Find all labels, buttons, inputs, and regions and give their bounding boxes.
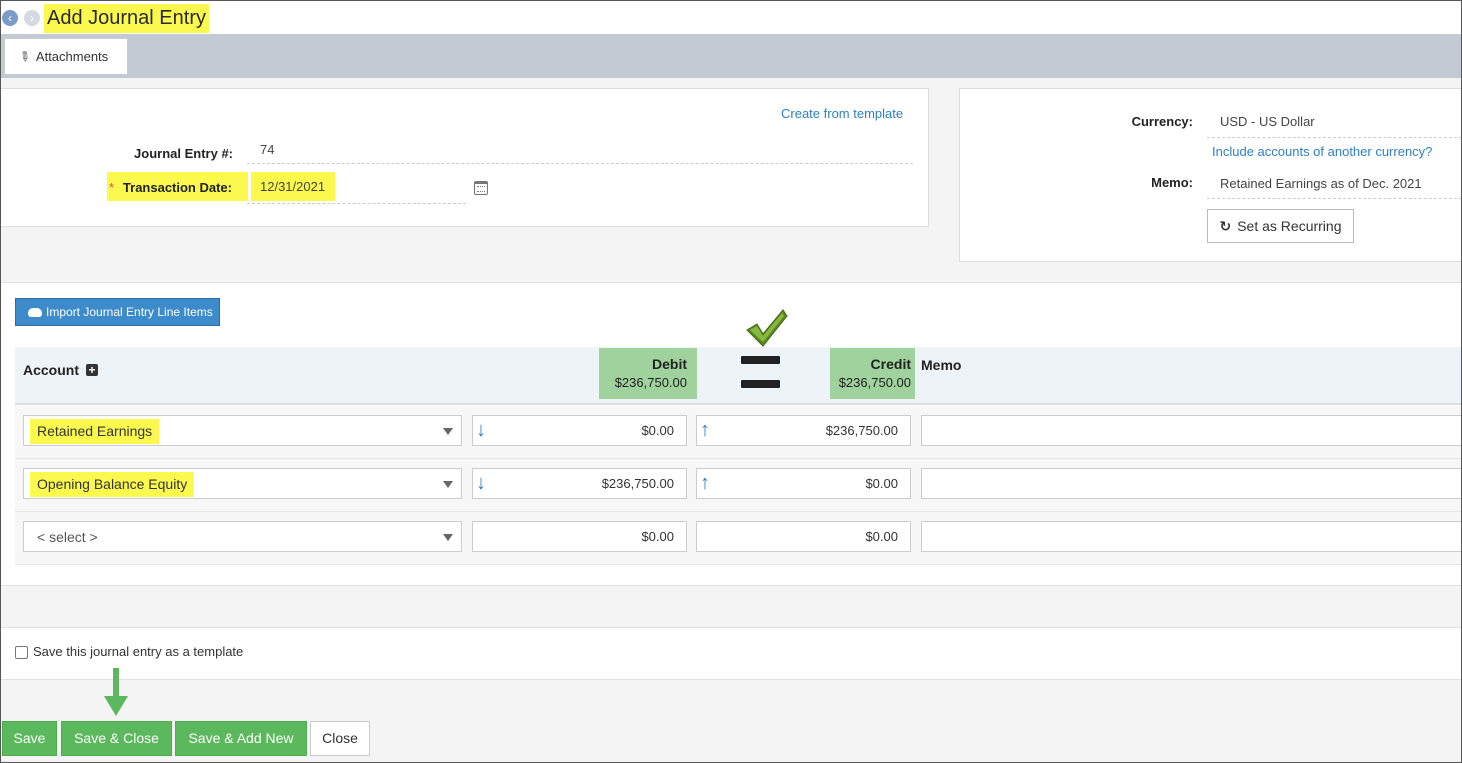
balanced-check-icon <box>746 309 788 347</box>
debit-input[interactable]: ↓ $236,750.00 <box>472 468 687 499</box>
equals-icon-bottom <box>741 380 780 388</box>
transaction-date-label: Transaction Date: <box>122 180 232 195</box>
title-bar: ‹ › Add Journal Entry <box>0 0 1462 34</box>
credit-input[interactable]: $0.00 <box>696 521 911 552</box>
account-select-value: < select > <box>37 529 98 545</box>
save-button[interactable]: Save <box>2 721 57 756</box>
line-memo-input[interactable] <box>921 468 1462 499</box>
debit-input[interactable]: $0.00 <box>472 521 687 552</box>
currency-label: Currency: <box>1131 114 1193 129</box>
currency-underline <box>1207 137 1462 138</box>
tab-attachments[interactable]: ✎ Attachments <box>4 38 128 74</box>
currency-value[interactable]: USD - US Dollar <box>1220 114 1315 129</box>
transaction-date-underline <box>247 203 466 204</box>
memo-value[interactable]: Retained Earnings as of Dec. 2021 <box>1220 176 1422 191</box>
equals-icon-top <box>741 356 780 364</box>
required-asterisk: * <box>109 180 115 195</box>
journal-entry-number-underline <box>247 163 913 164</box>
create-from-template-link[interactable]: Create from template <box>781 106 903 121</box>
arrow-down-icon[interactable]: ↓ <box>476 471 486 495</box>
table-header <box>15 347 1462 405</box>
credit-total: $236,750.00 <box>838 375 911 390</box>
credit-header-label: Credit <box>870 356 911 372</box>
credit-input[interactable]: ↑ $0.00 <box>696 468 911 499</box>
arrow-up-icon[interactable]: ↑ <box>700 471 710 495</box>
account-select[interactable]: Opening Balance Equity <box>23 468 462 499</box>
save-as-template-checkbox[interactable] <box>15 646 28 659</box>
include-other-currency-link[interactable]: Include accounts of another currency? <box>1212 144 1432 159</box>
set-as-recurring-button[interactable]: ↻ Set as Recurring <box>1207 209 1354 243</box>
chevron-down-icon <box>443 534 453 541</box>
transaction-date-input[interactable]: 12/31/2021 <box>260 179 325 194</box>
set-as-recurring-label: Set as Recurring <box>1237 218 1342 234</box>
debit-header-label: Debit <box>652 356 687 372</box>
arrow-down-icon[interactable]: ↓ <box>476 418 486 442</box>
chevron-down-icon <box>443 481 453 488</box>
debit-input[interactable]: ↓ $0.00 <box>472 415 687 446</box>
memo-underline <box>1207 198 1462 199</box>
account-select[interactable]: < select > <box>23 521 462 552</box>
line-memo-input[interactable] <box>921 415 1462 446</box>
credit-input[interactable]: ↑ $236,750.00 <box>696 415 911 446</box>
debit-input-value: $0.00 <box>641 423 674 438</box>
memo-label: Memo: <box>1151 175 1193 190</box>
credit-input-value: $236,750.00 <box>825 423 898 438</box>
debit-column-header: Debit $236,750.00 <box>599 348 697 399</box>
debit-total: $236,750.00 <box>614 375 687 390</box>
back-icon[interactable]: ‹ <box>2 10 18 26</box>
save-and-add-new-button[interactable]: Save & Add New <box>175 721 307 756</box>
page-title: Add Journal Entry <box>44 4 209 33</box>
line-memo-input[interactable] <box>921 521 1462 552</box>
refresh-icon: ↻ <box>1219 218 1232 234</box>
account-select-value: Retained Earnings <box>30 419 160 444</box>
cloud-upload-icon <box>28 308 42 317</box>
close-button[interactable]: Close <box>310 721 370 756</box>
credit-input-value: $0.00 <box>865 476 898 491</box>
import-line-items-label: Import Journal Entry Line Items <box>46 305 213 319</box>
tab-bar: ✎ Attachments <box>0 34 1462 78</box>
chevron-down-icon <box>443 428 453 435</box>
arrow-up-icon[interactable]: ↑ <box>700 418 710 442</box>
journal-entry-number-value[interactable]: 74 <box>260 142 274 157</box>
add-account-icon[interactable]: + <box>86 364 98 376</box>
tab-attachments-label: Attachments <box>35 49 109 64</box>
account-select[interactable]: Retained Earnings <box>23 415 462 446</box>
calendar-icon-grid <box>477 186 485 192</box>
debit-input-value: $236,750.00 <box>601 476 674 491</box>
green-down-arrow-icon <box>104 668 128 716</box>
spacer-band <box>0 585 1462 627</box>
account-column-header: Account <box>23 362 79 378</box>
account-select-value: Opening Balance Equity <box>30 472 195 497</box>
journal-entry-number-label: Journal Entry #: <box>134 146 233 161</box>
save-and-close-button[interactable]: Save & Close <box>61 721 172 756</box>
memo-column-header: Memo <box>921 357 962 373</box>
forward-icon[interactable]: › <box>24 10 40 26</box>
calendar-icon[interactable] <box>474 181 488 195</box>
credit-column-header: Credit $236,750.00 <box>830 348 915 399</box>
save-as-template-label[interactable]: Save this journal entry as a template <box>33 644 243 659</box>
import-line-items-button[interactable]: Import Journal Entry Line Items <box>15 298 220 326</box>
